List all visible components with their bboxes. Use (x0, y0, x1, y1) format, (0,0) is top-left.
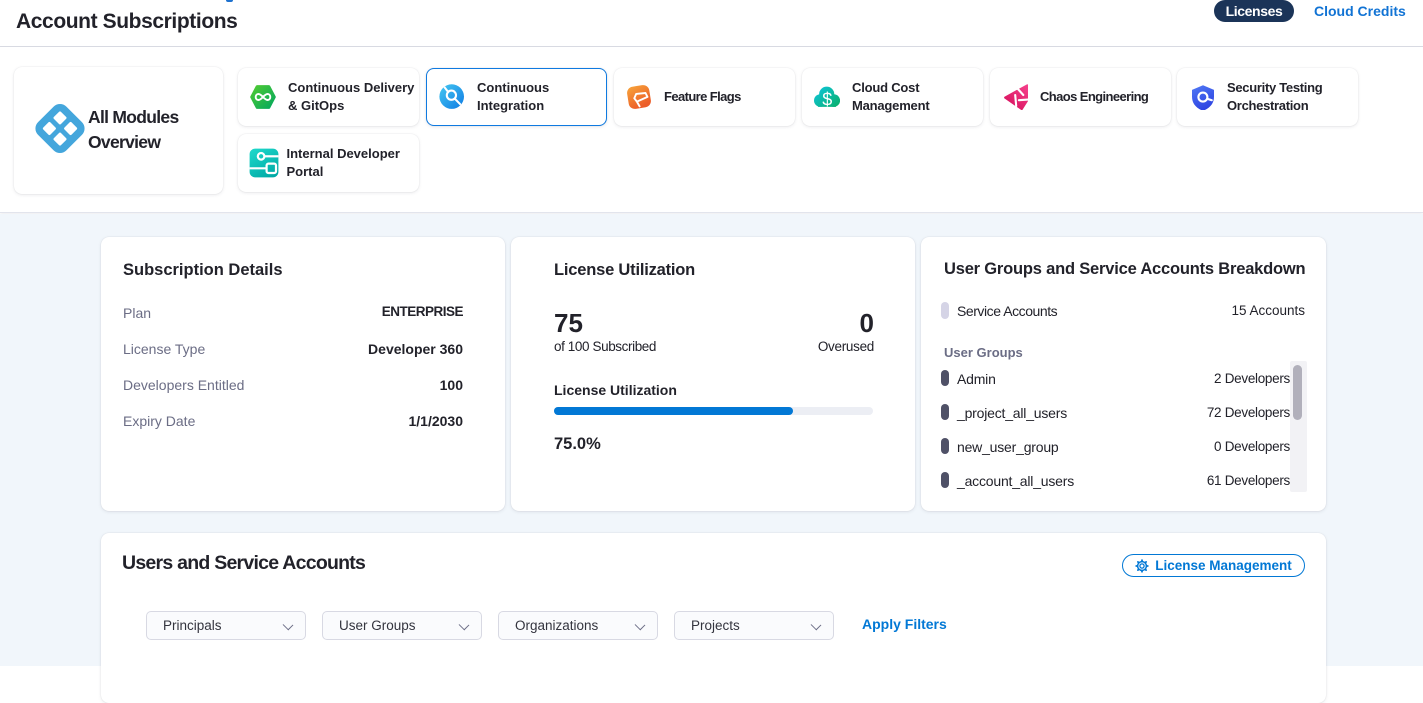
svg-text:$: $ (822, 89, 832, 109)
